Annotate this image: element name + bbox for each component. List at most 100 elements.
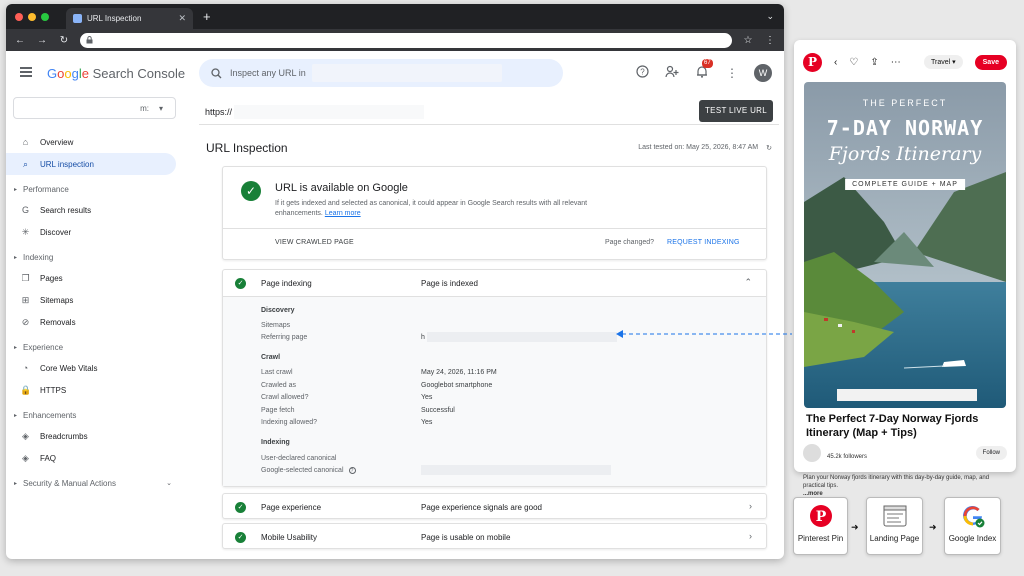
help-icon[interactable]: ?	[348, 467, 356, 474]
crawl-row-label: Crawl allowed?	[261, 394, 309, 401]
chevron-down-icon: ▾	[158, 103, 163, 113]
sidebar-item-sitemaps[interactable]: ⊞ Sitemaps	[6, 289, 176, 311]
minimize-window-button[interactable]	[28, 12, 36, 21]
notifications-bell-icon[interactable]: 67	[694, 59, 713, 81]
sidebar-item-faq[interactable]: ◈ FAQ	[6, 447, 176, 469]
inspect-url-search[interactable]: Inspect any URL in	[199, 59, 563, 87]
back-chevron-icon[interactable]: ‹	[834, 57, 837, 68]
referring-page-label: Referring page	[261, 334, 308, 341]
chevron-right-icon[interactable]: ›	[749, 531, 752, 541]
pin-image-line-4: COMPLETE GUIDE + MAP	[845, 179, 965, 190]
save-button[interactable]: Save	[974, 54, 1007, 70]
sitemaps-label: Sitemaps	[261, 322, 291, 329]
hamburger-menu-icon[interactable]	[20, 67, 32, 79]
pin-image-line-3: Fjords Itinerary	[828, 143, 982, 165]
new-tab-button[interactable]: +	[203, 9, 211, 24]
page-indexing-header[interactable]: ✓ Page indexing Page is indexed ⌃	[223, 270, 766, 297]
forward-icon[interactable]: →	[36, 35, 48, 46]
search-console-logo[interactable]: Google Search Console	[47, 66, 185, 81]
sidebar-item-search-results[interactable]: G Search results	[6, 199, 176, 221]
more-options-icon[interactable]: ⋮	[724, 65, 740, 81]
crawl-row-label: Indexing allowed?	[261, 419, 318, 426]
heart-icon[interactable]: ♡	[849, 57, 858, 68]
page-experience-label: Page experience	[261, 503, 322, 512]
pinterest-logo-icon: P	[809, 505, 832, 527]
inspected-url-redacted	[234, 104, 425, 119]
learn-more-link[interactable]: Learn more	[325, 210, 361, 217]
mobile-usability-card[interactable]: ✓ Mobile Usability Page is usable on mob…	[222, 523, 767, 549]
view-crawled-page-button[interactable]: VIEW CRAWLED PAGE	[275, 239, 354, 246]
back-icon[interactable]: ←	[14, 35, 26, 46]
pin-url-redacted	[837, 389, 977, 401]
bookmark-star-icon[interactable]: ☆	[742, 35, 754, 46]
nav-section-experience[interactable]: ▸ Experience	[6, 337, 186, 357]
pin-image-line-1: THE PERFECT	[862, 98, 948, 108]
pages-icon: ❐	[21, 272, 30, 283]
follow-button[interactable]: Follow	[975, 446, 1007, 460]
page-experience-card[interactable]: ✓ Page experience Page experience signal…	[222, 493, 767, 519]
flow-step-pinterest: P Pinterest Pin	[793, 497, 848, 555]
search-icon	[211, 67, 222, 78]
sidebar-item-url-inspection[interactable]: ⌕ URL inspection	[6, 153, 176, 175]
mobile-usability-value: Page is usable on mobile	[421, 533, 511, 542]
manage-users-icon[interactable]	[664, 65, 680, 81]
dashed-arrow	[616, 330, 792, 338]
test-live-url-button[interactable]: TEST LIVE URL	[699, 100, 773, 122]
tab-title: URL Inspection	[87, 14, 142, 23]
pin-image[interactable]: THE PERFECT 7-DAY NORWAY Fjords Itinerar…	[804, 82, 1006, 408]
share-icon[interactable]: ⇪	[870, 57, 878, 68]
flow-step-label: Landing Page	[869, 534, 920, 543]
nav-section-performance[interactable]: ▸ Performance	[6, 179, 186, 199]
nav-section-enhancements[interactable]: ▸ Enhancements	[6, 405, 186, 425]
more-options-icon[interactable]: ⋯	[891, 57, 901, 68]
gsc-header: Google Search Console Inspect any URL in…	[6, 51, 784, 97]
svg-text:?: ?	[640, 68, 645, 77]
sidebar-item-https[interactable]: 🔒 HTTPS	[6, 379, 176, 401]
omnibox[interactable]	[80, 32, 732, 48]
caret-icon: ▸	[14, 186, 18, 193]
removals-icon: ⊘	[21, 316, 30, 327]
sidebar-item-removals[interactable]: ⊘ Removals	[6, 311, 176, 333]
close-window-button[interactable]	[15, 12, 23, 21]
crawl-row-value: Yes	[421, 394, 433, 401]
help-icon[interactable]: ?	[634, 65, 650, 81]
browser-menu-icon[interactable]: ⋮	[764, 35, 776, 46]
sidebar-item-overview[interactable]: ⌂ Overview	[6, 131, 176, 153]
sidebar-item-pages[interactable]: ❐ Pages	[6, 267, 176, 289]
refresh-icon[interactable]: ↻	[766, 144, 772, 152]
chevron-down-icon: ⌄	[166, 480, 172, 487]
google-g-icon: G	[21, 204, 29, 215]
indexing-heading: Indexing	[261, 439, 290, 446]
pinterest-logo-icon[interactable]: P	[803, 52, 822, 72]
nav-section-indexing[interactable]: ▸ Indexing	[6, 247, 186, 267]
google-canonical-label: Google-selected canonical?	[261, 467, 356, 474]
home-icon: ⌂	[22, 136, 29, 147]
request-indexing-button[interactable]: REQUEST INDEXING	[667, 239, 740, 246]
sidebar-item-core-web-vitals[interactable]: ◔ Core Web Vitals	[6, 357, 176, 379]
chevron-up-icon[interactable]: ⌃	[744, 277, 752, 288]
gauge-icon: ◔	[22, 362, 29, 373]
sidebar-item-discover[interactable]: ✳ Discover	[6, 221, 176, 243]
nav-section-security-manual-actions[interactable]: ▸ Security & Manual Actions ⌄	[6, 473, 186, 493]
pin-title[interactable]: The Perfect 7-Day Norway Fjords Itinerar…	[806, 412, 1006, 440]
property-name: m:	[140, 103, 149, 113]
mobile-usability-label: Mobile Usability	[261, 533, 318, 542]
page-experience-value: Page experience signals are good	[421, 503, 542, 512]
tab-search-icon[interactable]: ⌄	[766, 11, 774, 22]
caret-icon: ▸	[14, 344, 18, 351]
tab-close-icon[interactable]: ✕	[178, 13, 186, 24]
board-select[interactable]: Travel ▾	[923, 55, 963, 69]
favicon-icon	[73, 14, 82, 23]
maximize-window-button[interactable]	[41, 12, 49, 21]
account-avatar[interactable]: W	[754, 64, 772, 82]
sidebar-item-breadcrumbs[interactable]: ◈ Breadcrumbs	[6, 425, 176, 447]
pin-author[interactable]: 45.2k followers	[803, 444, 867, 462]
search-placeholder: Inspect any URL in	[230, 68, 306, 78]
browser-tab[interactable]: URL Inspection ✕	[66, 8, 193, 29]
sitemap-icon: ⊞	[21, 294, 30, 305]
google-logo-icon	[962, 505, 984, 528]
property-selector[interactable]: m: ▾	[13, 97, 176, 119]
chevron-right-icon[interactable]: ›	[749, 501, 752, 511]
crawl-row-value: Yes	[421, 419, 433, 426]
reload-icon[interactable]: ↻	[58, 35, 70, 46]
